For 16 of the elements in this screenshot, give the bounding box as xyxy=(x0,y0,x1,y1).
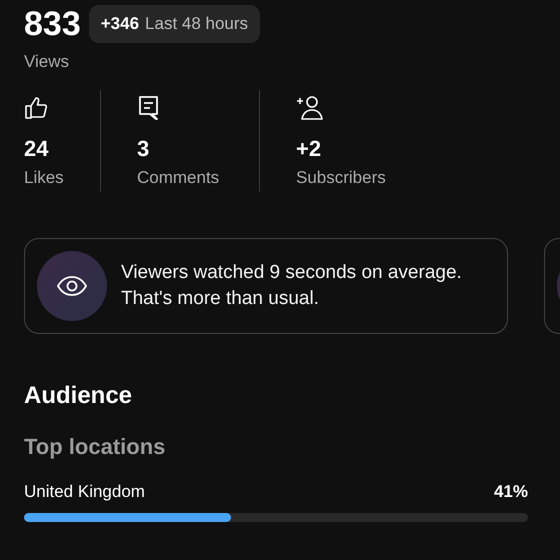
stat-value: 3 xyxy=(137,136,150,162)
insight-card[interactable]: Viewers watched 9 seconds on average. That's more than usual. xyxy=(24,238,508,334)
stat-label: Comments xyxy=(137,168,220,188)
stat-label: Subscribers xyxy=(296,168,386,188)
stat-value: 24 xyxy=(24,136,50,162)
location-share: 41% xyxy=(494,482,528,502)
location-name: United Kingdom xyxy=(24,482,145,502)
period-label: Last 48 hours xyxy=(145,14,248,34)
stat-label: Likes xyxy=(24,168,65,188)
views-label: Views xyxy=(24,52,70,72)
change-value: +346 xyxy=(100,14,140,34)
stat-value: +2 xyxy=(296,136,322,162)
section-subtitle: Top locations xyxy=(24,434,166,460)
view-count: 833 xyxy=(24,4,81,45)
section-title: Audience xyxy=(24,382,134,410)
insight-text: Viewers watched 9 seconds on average. That's more than usual. xyxy=(121,261,463,311)
